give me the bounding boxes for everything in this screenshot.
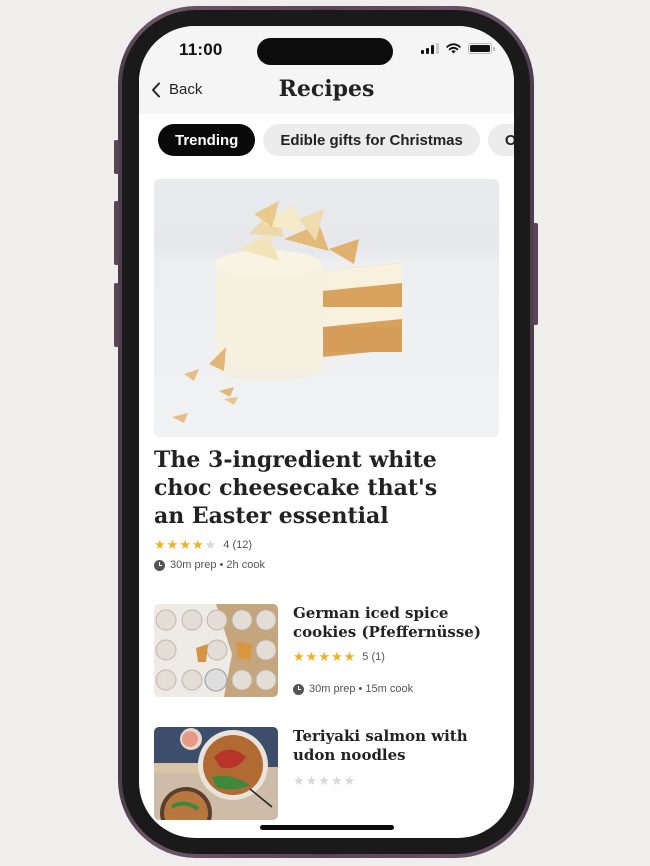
recipe-thumbnail	[154, 604, 278, 697]
star-icon: ★	[318, 649, 330, 664]
volume-up-button	[114, 201, 119, 265]
cellular-signal-icon	[421, 43, 439, 54]
recipe-title: Teriyaki salmon with udon noodles	[293, 727, 468, 764]
star-icon: ★	[191, 537, 204, 552]
home-indicator[interactable]	[260, 825, 394, 830]
recipe-thumbnail	[154, 727, 278, 820]
star-icon: ★	[204, 537, 217, 552]
featured-recipe-time: 30m prep • 2h cook	[154, 559, 265, 571]
chip-trending[interactable]: Trending	[158, 124, 256, 156]
star-icon: ★	[166, 537, 179, 552]
rating-count: 5 (1)	[362, 650, 385, 663]
volume-down-button	[114, 283, 119, 347]
star-icon: ★	[293, 649, 305, 664]
clock-icon	[293, 683, 304, 695]
cake-illustration	[172, 201, 402, 423]
star-icon: ★	[154, 537, 166, 552]
battery-icon	[468, 43, 495, 54]
recipe-time: 30m prep • 15m cook	[293, 683, 413, 695]
recipe-title: German iced spice cookies (Pfeffernüsse)	[293, 604, 481, 641]
chip-edible-gifts[interactable]: Edible gifts for Christmas	[263, 124, 480, 156]
app-screen: 11:00 Back Recipes Trending Edible gifts…	[139, 26, 514, 838]
star-icon: ★	[179, 537, 191, 552]
star-icon: ★	[305, 649, 318, 664]
wifi-icon	[446, 43, 461, 54]
cook-time: 30m prep • 15m cook	[309, 683, 414, 695]
featured-recipe-rating: ★ ★ ★ ★ ★ 4 (12)	[154, 538, 252, 551]
star-icon: ★	[305, 773, 318, 788]
action-button	[114, 140, 119, 174]
power-button	[533, 223, 538, 325]
recipe-rating: ★ ★ ★ ★ ★ 5 (1)	[293, 650, 385, 663]
category-chips: Trending Edible gifts for Christmas Our …	[158, 124, 514, 156]
star-icon: ★	[343, 773, 356, 788]
recipe-list-item[interactable]: German iced spice cookies (Pfeffernüsse)…	[154, 604, 499, 698]
status-icons	[421, 43, 495, 54]
star-icon: ★	[330, 773, 343, 788]
page-title: Recipes	[278, 76, 375, 102]
recipe-rating: ★ ★ ★ ★ ★	[293, 774, 355, 787]
star-icon: ★	[343, 649, 356, 664]
star-icon: ★	[293, 773, 305, 788]
status-time: 11:00	[179, 40, 223, 59]
dynamic-island	[257, 38, 393, 65]
chip-our-u[interactable]: Our u	[487, 124, 514, 156]
header-bar: 11:00 Back Recipes	[139, 26, 514, 114]
rating-count: 4 (12)	[223, 538, 253, 551]
featured-recipe-image[interactable]	[154, 179, 499, 437]
featured-recipe-title[interactable]: The 3-ingredient white choc cheesecake t…	[154, 446, 474, 530]
recipe-list-item[interactable]: Teriyaki salmon with udon noodles ★ ★ ★ …	[154, 727, 499, 821]
star-icon: ★	[318, 773, 330, 788]
cook-time: 30m prep • 2h cook	[170, 559, 265, 571]
clock-icon	[154, 559, 165, 571]
star-icon: ★	[330, 649, 343, 664]
